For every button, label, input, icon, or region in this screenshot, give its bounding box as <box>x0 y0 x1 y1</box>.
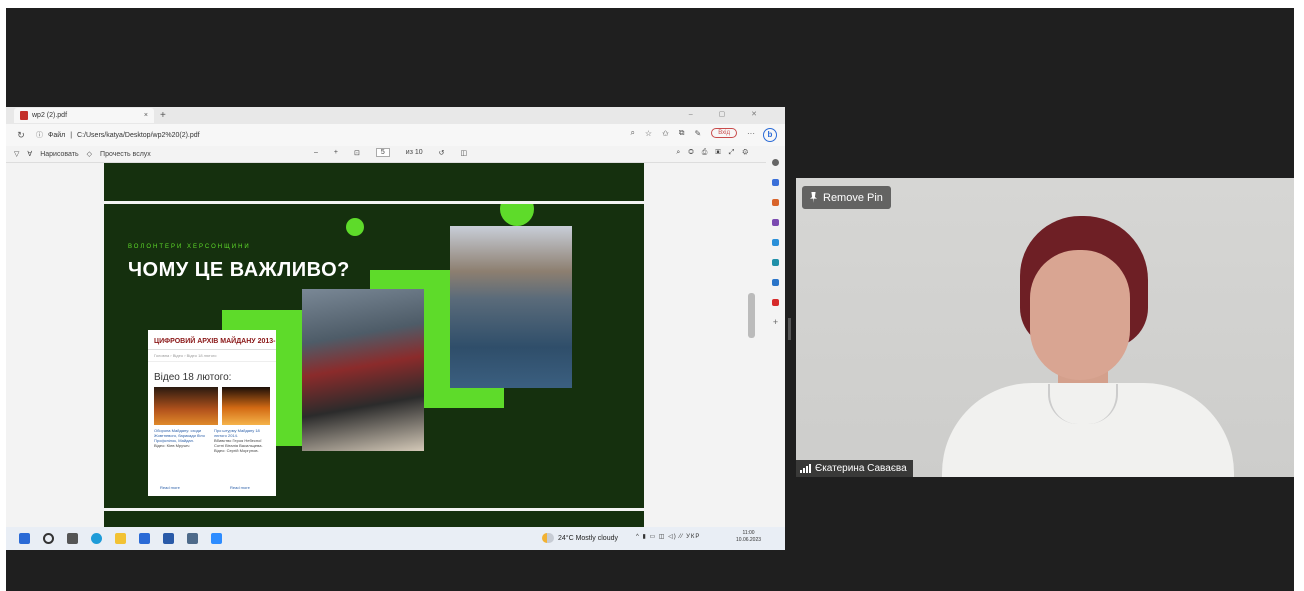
tools-icon[interactable] <box>772 219 779 226</box>
url-scheme-label: Файл <box>48 131 66 139</box>
pdf-right-tools[interactable]: ⌕◎⎙▣⤢⚙ <box>676 149 756 157</box>
tag-icon[interactable] <box>772 179 779 186</box>
close-tab-icon[interactable]: × <box>144 112 148 119</box>
eraser-icon[interactable]: ◇ <box>87 150 92 158</box>
video-section-title: Відео 18 лютого: <box>154 372 232 383</box>
weather-widget[interactable]: 24°C Mostly cloudy <box>542 533 618 543</box>
system-tray[interactable]: ^ ▮ ▭ ◫ ◁) ⁄⁄ УКР <box>636 533 700 540</box>
extensions-icon[interactable]: ✎ <box>695 129 702 138</box>
clock-time: 11:00 <box>742 530 755 536</box>
caption-1: Оборона Майдану: сходи Жовтневого, барик… <box>154 428 205 443</box>
windows-taskbar: 24°C Mostly cloudy ^ ▮ ▭ ◫ ◁) ⁄⁄ УКР 11:… <box>6 527 785 550</box>
breadcrumb: Головна › Відео › Відео 18 лютого <box>148 349 276 362</box>
settings-icon[interactable] <box>187 533 198 544</box>
pdf-page-slide: ВОЛОНТЕРИ ХЕРСОНЩИНИ ЧОМУ ЦЕ ВАЖЛИВО? ЦИ… <box>104 204 644 508</box>
file-explorer-icon[interactable] <box>115 533 126 544</box>
caption-2: Про штурму Майдану 18 лютого 2014. <box>214 428 260 438</box>
video-thumbnail-1 <box>154 387 218 425</box>
draw-button[interactable]: Нарисовать <box>40 151 78 158</box>
url-field[interactable]: ⓘ Файл | C:/Users/katya/Desktop/wp2%20(2… <box>36 130 200 140</box>
shared-screen: wp2 (2).pdf × + – ▢ ✕ ↻ ⓘ Файл | C:/User… <box>6 107 785 550</box>
weather-cloudy-icon <box>542 533 554 543</box>
participant-face <box>1030 250 1130 380</box>
store-icon[interactable] <box>139 533 150 544</box>
signal-strength-icon <box>800 464 811 473</box>
participant-name: Єкатерина Саваєва <box>815 463 907 474</box>
page-number-input[interactable]: 5 <box>375 148 390 157</box>
window-controls[interactable]: – ▢ ✕ <box>689 110 769 118</box>
add-icon[interactable]: + <box>772 318 779 327</box>
browser-tab-bar: wp2 (2).pdf × + – ▢ ✕ <box>6 107 785 124</box>
vertical-scrollbar[interactable] <box>748 293 755 338</box>
tab-title: wp2 (2).pdf <box>32 112 68 119</box>
pane-resize-handle[interactable] <box>788 318 791 340</box>
fit-page-icon[interactable]: ⊡ <box>354 149 360 157</box>
mail-icon[interactable] <box>163 533 174 544</box>
collections-icon[interactable]: ⧉ <box>679 128 685 138</box>
video-thumbnails <box>148 387 276 425</box>
weather-text: 24°C Mostly cloudy <box>558 534 618 542</box>
pdf-page-next <box>104 511 644 527</box>
participant-video[interactable]: Remove Pin Єкатерина Саваєва <box>796 178 1294 477</box>
remove-pin-label: Remove Pin <box>823 191 883 204</box>
zoom-out-button[interactable]: – <box>314 149 318 156</box>
read-aloud-button[interactable]: Прочесть вслух <box>100 151 151 158</box>
decor-circle-large <box>500 204 534 226</box>
pdf-file-icon <box>20 111 28 120</box>
rotate-icon[interactable]: ↺ <box>439 149 445 157</box>
office-icon[interactable] <box>772 259 779 266</box>
remove-pin-button[interactable]: Remove Pin <box>802 186 891 209</box>
edge-icon[interactable] <box>91 533 102 544</box>
youtube-icon[interactable] <box>772 299 779 306</box>
read-more-link-2: Read more <box>230 485 250 490</box>
decor-circle-small <box>346 218 364 236</box>
zoom-in-button[interactable]: + <box>334 149 338 156</box>
archive-website-card: ЦИФРОВИЙ АРХІВ МАЙДАНУ 2013- Головна › В… <box>148 330 276 496</box>
refresh-icon[interactable]: ↻ <box>6 130 36 141</box>
address-bar: ↻ ⓘ Файл | C:/Users/katya/Desktop/wp2%20… <box>6 124 785 146</box>
zoom-app-icon[interactable] <box>211 533 222 544</box>
page-controls: – + ⊡ 5 из 10 ↺ ◫ <box>306 148 467 157</box>
pdf-toolbar: ▽ ∀ Нарисовать ◇ Прочесть вслух – + ⊡ 5 … <box>6 146 766 163</box>
browser-tab[interactable]: wp2 (2).pdf × <box>14 108 154 123</box>
pdf-page-previous <box>104 163 644 201</box>
outlook-icon[interactable] <box>772 279 779 286</box>
archive-header: ЦИФРОВИЙ АРХІВ МАЙДАНУ 2013- <box>154 338 276 345</box>
task-view-icon[interactable] <box>67 533 78 544</box>
favorites-icon[interactable]: ✩ <box>662 129 669 138</box>
new-tab-button[interactable]: + <box>160 110 166 121</box>
slide-title: ЧОМУ ЦЕ ВАЖЛИВО? <box>128 259 350 281</box>
login-button[interactable]: Вхід <box>711 128 737 138</box>
two-page-icon[interactable]: ◫ <box>461 149 468 157</box>
clock-date: 10.06.2023 <box>736 537 762 543</box>
pin-icon <box>810 192 817 203</box>
games-icon[interactable] <box>772 239 779 246</box>
search-icon[interactable] <box>43 533 54 544</box>
more-menu-icon[interactable]: ··· <box>747 129 755 138</box>
video-thumbnail-2 <box>222 387 270 425</box>
photo-flooded-street <box>450 226 572 388</box>
page-total: из 10 <box>405 149 423 156</box>
bing-icon[interactable]: b <box>763 128 777 142</box>
url-text: C:/Users/katya/Desktop/wp2%20(2).pdf <box>77 131 200 139</box>
windows-start-icon[interactable] <box>19 533 30 544</box>
pdf-viewer[interactable]: ВОЛОНТЕРИ ХЕРСОНЩИНИ ЧОМУ ЦЕ ВАЖЛИВО? ЦИ… <box>6 163 766 527</box>
draw-pen-icon[interactable]: ∀ <box>27 150 32 158</box>
caption-1-meta: Відео: Kiев Мручич <box>154 443 190 448</box>
edge-sidebar: + <box>766 146 785 527</box>
browser-tools: ⌕ ☆ ✩ ⧉ ✎ Вхід ··· <box>630 128 755 138</box>
highlight-icon[interactable]: ▽ <box>14 150 19 158</box>
clock[interactable]: 11:00 10.06.2023 <box>736 530 761 544</box>
zoom-icon[interactable]: ⌕ <box>630 128 634 138</box>
participant-name-tag: Єкатерина Саваєва <box>796 460 913 477</box>
video-captions: Оборона Майдану: сходи Жовтневого, барик… <box>148 425 276 456</box>
info-icon: ⓘ <box>36 132 43 139</box>
favorite-star-icon[interactable]: ☆ <box>645 129 652 138</box>
slide-kicker: ВОЛОНТЕРИ ХЕРСОНЩИНИ <box>128 244 251 250</box>
photo-volunteer-with-tea <box>302 289 424 451</box>
caption-2-meta: Вбивство Героя Небесної Сотні Віталія Ва… <box>214 438 263 453</box>
search-icon[interactable] <box>772 159 779 166</box>
read-more-link-1: Read more <box>160 485 180 490</box>
shopping-icon[interactable] <box>772 199 779 206</box>
